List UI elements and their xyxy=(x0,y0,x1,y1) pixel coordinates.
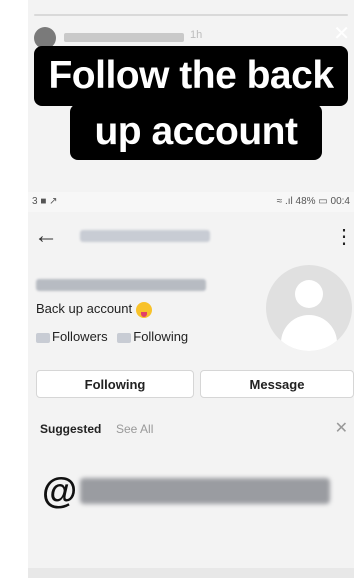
story-progress-bar xyxy=(34,14,348,16)
phone-status-bar: 3 ■ ↗ ≈ .ıl 48% ▭ 00:4 xyxy=(28,192,354,212)
following-button[interactable]: Following xyxy=(36,370,194,398)
mention-handle-blurred xyxy=(80,478,330,504)
close-icon[interactable]: ✕ xyxy=(333,24,350,44)
profile-handle-blurred xyxy=(80,230,210,242)
story-caption-line-1: Follow the back xyxy=(34,46,348,106)
profile-avatar[interactable] xyxy=(266,265,352,351)
story-caption-line-2: up account xyxy=(70,104,322,160)
following-count-blurred xyxy=(117,332,132,343)
caption-text-2: up account xyxy=(94,110,298,153)
following-label[interactable]: Following xyxy=(133,329,188,344)
avatar-head-shape xyxy=(295,280,323,308)
status-right: ≈ .ıl 48% ▭ 00:4 xyxy=(276,196,350,207)
profile-name-blurred xyxy=(36,279,206,291)
more-menu-icon[interactable]: ⋮ xyxy=(334,224,354,249)
bottom-bar xyxy=(28,568,354,578)
story-username-blurred[interactable] xyxy=(64,33,184,42)
close-icon[interactable]: ✕ xyxy=(335,418,348,438)
caption-text-1: Follow the back xyxy=(48,54,334,97)
status-left: 3 ■ ↗ xyxy=(32,196,58,207)
back-arrow-icon[interactable]: ← xyxy=(34,222,58,250)
follow-counts: Followers Following xyxy=(36,329,188,344)
followers-label[interactable]: Followers xyxy=(52,329,108,344)
profile-header: ← ⋮ xyxy=(28,218,354,258)
suggested-title: Suggested xyxy=(40,422,102,436)
followers-count-blurred xyxy=(36,332,50,343)
profile-bio: Back up account xyxy=(36,301,153,318)
suggested-section: Suggested See All ✕ xyxy=(28,412,354,438)
screen: 1h ✕ Follow the back up account 3 ■ ↗ ≈ … xyxy=(0,0,354,578)
avatar-body-shape xyxy=(281,315,337,351)
see-all-link[interactable]: See All xyxy=(116,422,153,436)
message-button[interactable]: Message xyxy=(200,370,354,398)
story-viewer: 1h ✕ Follow the back up account 3 ■ ↗ ≈ … xyxy=(28,0,354,578)
tongue-emoji-icon xyxy=(136,301,153,318)
left-margin xyxy=(0,0,28,578)
mention-at-sign: @ xyxy=(42,470,78,511)
story-time: 1h xyxy=(190,29,203,41)
bio-text: Back up account xyxy=(36,301,133,316)
